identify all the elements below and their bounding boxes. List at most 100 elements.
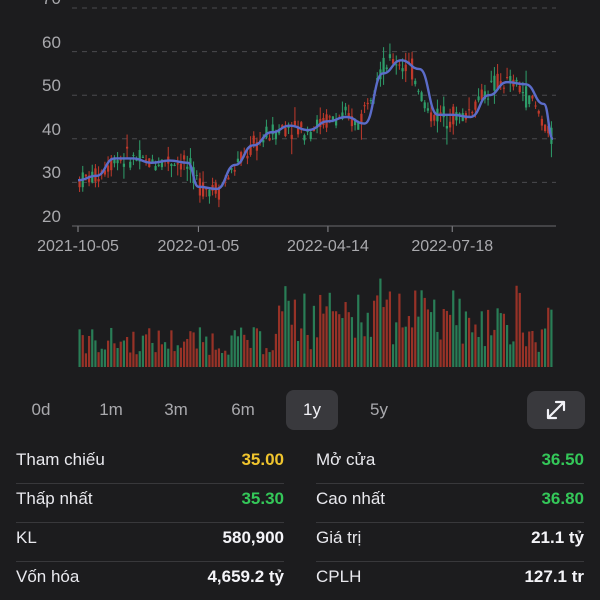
candle-body	[106, 165, 110, 172]
volume-bar	[163, 342, 167, 367]
volume-bar	[110, 327, 113, 367]
volume-bar	[493, 329, 496, 367]
candle-body	[505, 77, 509, 79]
candle-body	[414, 80, 417, 85]
volume-bar	[116, 348, 119, 367]
volume-bar	[452, 290, 455, 367]
volume-bar	[388, 291, 392, 367]
volume-bar	[486, 309, 490, 367]
candle-body	[195, 175, 198, 177]
volume-bar	[113, 343, 116, 367]
volume-bar	[309, 349, 312, 367]
volume-bar	[252, 327, 255, 367]
candle-body	[471, 112, 474, 114]
x-tick-label: 2022-01-05	[157, 238, 240, 255]
candle-body	[363, 105, 366, 107]
candle-body	[369, 100, 373, 102]
candle-body	[129, 161, 132, 168]
volume-bar	[198, 327, 202, 367]
volume-bar	[480, 311, 483, 367]
volume-bar	[119, 341, 122, 367]
range-button-5y[interactable]: 5y	[358, 390, 400, 430]
y-tick-label: 70	[42, 0, 66, 9]
volume-bar	[369, 336, 373, 367]
candle-body	[493, 75, 496, 91]
candle-body	[331, 116, 335, 120]
volume-bar	[138, 351, 141, 367]
volume-bar	[442, 309, 445, 367]
volume-bar	[499, 313, 502, 367]
volume-bar	[246, 339, 249, 367]
volume-bar	[357, 294, 360, 367]
volume-bar	[258, 331, 262, 367]
stat-row-right: CPLH 127.1 tr	[316, 561, 584, 600]
candle-body	[528, 95, 531, 105]
stat-value: 21.1 tỷ	[531, 528, 584, 547]
volume-bar	[129, 352, 132, 367]
volume-bar	[281, 311, 284, 367]
volume-bar	[167, 348, 170, 367]
volume-bar	[391, 344, 395, 367]
candle-body	[303, 135, 306, 141]
candle-body	[474, 101, 477, 110]
candle-body	[404, 64, 407, 72]
x-tick-label: 2022-04-14	[287, 238, 369, 255]
candle-body	[410, 58, 414, 80]
candle-body	[417, 90, 420, 92]
candle-body	[477, 96, 480, 101]
candle-body	[173, 164, 176, 167]
volume-bar	[537, 351, 540, 367]
volume-bar	[224, 350, 227, 367]
volume-bar	[78, 329, 81, 367]
candle-body	[84, 174, 88, 177]
candle-body	[208, 189, 211, 197]
candle-body	[445, 125, 449, 129]
volume-bar	[350, 317, 354, 367]
volume-bar	[268, 352, 271, 367]
volume-bar	[319, 294, 322, 367]
range-button-0d[interactable]: 0d	[22, 390, 60, 430]
volume-bar	[404, 326, 407, 367]
volume-bar	[182, 341, 186, 367]
volume-bar	[528, 331, 531, 367]
candle-body	[268, 137, 271, 141]
candle-body	[423, 102, 426, 109]
candle-body	[401, 68, 404, 72]
volume-bar	[401, 327, 404, 367]
stat-value: 36.50	[541, 450, 584, 469]
price-chart[interactable]: 70 60 50 40 30 20 2021-10-05 2022-01-05 2022-04…	[0, 0, 600, 380]
volume-bar	[436, 331, 439, 367]
stat-label: KL	[16, 528, 37, 547]
candle-body	[113, 159, 116, 164]
expand-button[interactable]	[527, 391, 585, 429]
volume-bar	[100, 348, 103, 367]
volume-bar	[376, 295, 379, 367]
candle-body	[246, 155, 249, 159]
candle-body	[515, 79, 518, 82]
volume-bar	[214, 349, 217, 367]
stat-label: Cao nhất	[316, 489, 385, 508]
stat-row-right: Mở cửa 36.50	[316, 444, 584, 484]
range-button-1m[interactable]: 1m	[92, 390, 130, 430]
volume-bar	[496, 308, 499, 367]
volume-bar	[303, 293, 306, 367]
range-button-3m[interactable]: 3m	[157, 390, 195, 430]
volume-bar	[249, 347, 252, 367]
y-tick-label: 50	[42, 76, 61, 96]
stat-value: 35.30	[241, 489, 284, 508]
volume-bar	[328, 292, 331, 367]
volume-bar	[331, 311, 335, 367]
range-button-1y[interactable]: 1y	[286, 390, 338, 430]
volume-bar	[151, 342, 154, 367]
range-button-6m[interactable]: 6m	[222, 390, 264, 430]
stat-label: Mở cửa	[316, 450, 376, 469]
volume-bar	[521, 332, 525, 367]
candle-body	[328, 116, 331, 118]
candle-body	[490, 80, 493, 82]
volume-bar	[448, 314, 452, 367]
expand-arrows-icon	[546, 400, 566, 420]
volume-bar	[490, 335, 493, 367]
candle-body	[448, 121, 452, 128]
volume-chart	[78, 278, 553, 367]
range-selector: 0d 1m 3m 6m 1y 5y	[0, 390, 600, 432]
